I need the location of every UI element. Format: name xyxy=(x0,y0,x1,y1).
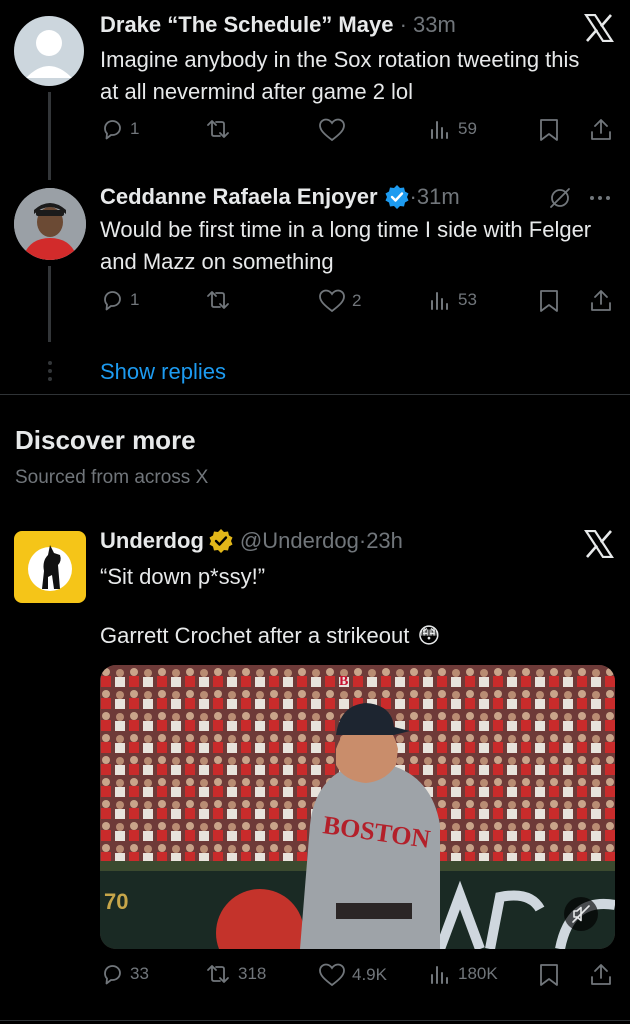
share-button[interactable] xyxy=(588,962,614,988)
heart-icon xyxy=(319,963,345,987)
reply-count: 1 xyxy=(130,119,140,138)
x-logo-icon[interactable] xyxy=(584,14,614,42)
thread-line xyxy=(48,266,51,342)
tweet1-time[interactable]: 33m xyxy=(413,12,456,37)
retweet-count: 318 xyxy=(238,964,267,983)
retweet-icon xyxy=(207,291,229,309)
views-icon xyxy=(431,292,448,310)
tweet3-quote: “Sit down p*ssy!” xyxy=(100,564,266,589)
tweet3-caption: Garrett Crochet after a strikeout xyxy=(100,623,410,648)
tweet3-caption-row: Garrett Crochet after a strikeout 😳 xyxy=(100,620,440,652)
tweet1-actions: 1 59 xyxy=(100,117,615,147)
user-avatar[interactable] xyxy=(14,188,86,260)
reply-count: 33 xyxy=(130,964,149,983)
retweet-button[interactable]: 318 xyxy=(204,962,266,986)
bottom-divider xyxy=(0,1020,630,1021)
tweet2-text: Would be first time in a long time I sid… xyxy=(100,217,592,274)
share-icon xyxy=(591,964,611,985)
default-avatar-icon xyxy=(26,30,72,78)
reply-button[interactable]: 33 xyxy=(100,962,149,986)
video-player[interactable]: 70 B BOSTON xyxy=(100,665,615,949)
like-button[interactable]: 4.9K xyxy=(318,962,387,988)
grok-icon[interactable] xyxy=(548,186,572,210)
svg-text:B: B xyxy=(339,674,348,689)
section-divider xyxy=(0,394,630,395)
retweet-button[interactable] xyxy=(204,288,238,312)
flushed-emoji: 😳 xyxy=(417,623,441,648)
video-thumbnail: 70 B BOSTON xyxy=(100,665,615,949)
reply-icon xyxy=(104,120,121,140)
thread-line xyxy=(48,92,51,180)
bookmark-icon xyxy=(540,290,558,312)
x-logo-icon[interactable] xyxy=(584,530,614,558)
like-button[interactable] xyxy=(318,117,352,143)
share-button[interactable] xyxy=(588,288,614,314)
discover-subtitle: Sourced from across X xyxy=(15,467,209,488)
views-count: 59 xyxy=(458,119,477,138)
share-button[interactable] xyxy=(588,117,614,143)
tweet3-time[interactable]: 23h xyxy=(366,528,403,554)
retweet-icon xyxy=(207,965,229,983)
views-count: 180K xyxy=(458,964,498,983)
views-button[interactable]: 53 xyxy=(428,288,477,312)
like-count: 2 xyxy=(352,291,362,310)
heart-icon xyxy=(319,289,345,313)
reply-button[interactable]: 1 xyxy=(100,288,139,312)
muted-speaker-icon xyxy=(572,905,590,923)
more-options-icon[interactable] xyxy=(588,194,612,202)
scoreboard-number: 70 xyxy=(104,889,128,914)
tweet2-time[interactable]: 31m xyxy=(417,184,460,210)
tweet3-handle[interactable]: @Underdog xyxy=(240,528,359,554)
tweet2-actions: 1 2 53 xyxy=(100,288,615,318)
discover-title: Discover more xyxy=(15,425,196,455)
bookmark-icon xyxy=(540,119,558,141)
tweet3-author[interactable]: Underdog xyxy=(100,528,204,554)
views-icon xyxy=(431,966,448,984)
tweet3-header: Underdog @Underdog · 23h xyxy=(100,528,403,554)
mute-button[interactable] xyxy=(564,897,598,931)
gold-verified-badge-icon[interactable] xyxy=(208,528,234,554)
share-icon xyxy=(591,290,611,311)
bookmark-button[interactable] xyxy=(538,288,560,314)
player-photo-icon xyxy=(14,188,86,260)
views-button[interactable]: 59 xyxy=(428,117,477,141)
share-icon xyxy=(591,119,611,140)
views-button[interactable]: 180K xyxy=(428,962,498,986)
show-replies-link[interactable]: Show replies xyxy=(100,359,226,385)
like-count: 4.9K xyxy=(352,965,387,984)
verified-badge-icon[interactable] xyxy=(384,184,410,210)
tweet1-text: Imagine anybody in the Sox rotation twee… xyxy=(100,47,580,104)
tweet2-author[interactable]: Ceddanne Rafaela Enjoyer xyxy=(100,184,378,210)
heart-icon xyxy=(319,118,345,142)
reply-button[interactable]: 1 xyxy=(100,117,139,141)
views-count: 53 xyxy=(458,290,477,309)
tweet1-author[interactable]: Drake “The Schedule” Maye xyxy=(100,12,393,37)
underdog-avatar[interactable] xyxy=(14,531,86,603)
reply-icon xyxy=(104,965,121,985)
thread-dots-icon xyxy=(48,361,52,381)
views-icon xyxy=(431,121,448,139)
bookmark-button[interactable] xyxy=(538,117,560,143)
retweet-icon xyxy=(207,120,229,138)
default-avatar[interactable] xyxy=(14,16,84,86)
retweet-button[interactable] xyxy=(204,117,238,141)
like-button[interactable]: 2 xyxy=(318,288,361,314)
bookmark-icon xyxy=(540,964,558,986)
reply-icon xyxy=(104,291,121,311)
underdog-logo-icon xyxy=(28,545,72,591)
tweet1-header: Drake “The Schedule” Maye · 33m xyxy=(100,12,456,37)
bookmark-button[interactable] xyxy=(538,962,560,988)
tweet3-actions: 33 318 4.9K 180K xyxy=(100,962,615,992)
reply-count: 1 xyxy=(130,290,140,309)
tweet2-header: Ceddanne Rafaela Enjoyer · 31m xyxy=(100,184,460,210)
